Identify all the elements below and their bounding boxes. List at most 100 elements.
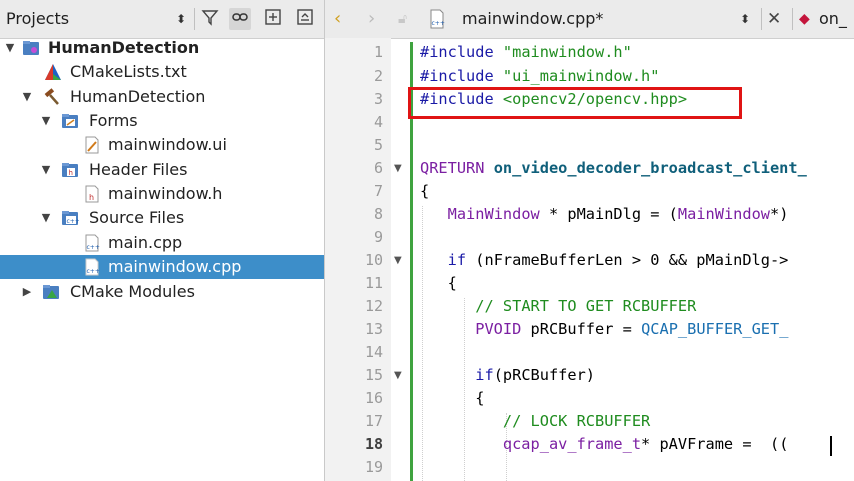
collapse-arrow-icon[interactable]: ▶ <box>20 280 34 304</box>
code-line-12[interactable]: // START TO GET RCBUFFER <box>420 297 696 315</box>
close-file-icon[interactable]: ✕ <box>767 8 781 30</box>
code-text: (( <box>760 435 789 453</box>
navigate-forward-icon[interactable]: › <box>368 8 375 30</box>
svg-text:c++: c++ <box>87 244 100 251</box>
text-cursor <box>830 436 832 456</box>
symbol-selector[interactable]: on_ <box>819 9 847 28</box>
code-text: pRCBuffer = <box>521 320 642 338</box>
navigate-back-icon[interactable]: ‹ <box>334 8 341 30</box>
line-number: 14 <box>364 343 383 361</box>
svg-text:c++: c++ <box>432 20 445 27</box>
open-file-name[interactable]: mainwindow.cpp* <box>462 9 603 28</box>
code-text: *) <box>770 205 789 223</box>
svg-text:c++: c++ <box>67 218 80 225</box>
code-line-8[interactable]: MainWindow * pMainDlg = (MainWindow*) <box>420 205 789 223</box>
tree-item-label: HumanDetection <box>70 87 206 106</box>
forms-folder-icon <box>62 114 78 128</box>
annotation-highlight-box <box>408 87 742 119</box>
cmake-modules-icon <box>43 285 59 299</box>
code-line-2[interactable]: #include "ui_mainwindow.h" <box>420 67 659 85</box>
code-line-18[interactable]: qcap_av_frame_t* pAVFrame = (( <box>420 435 789 453</box>
line-number: 11 <box>364 274 383 292</box>
expand-arrow-icon[interactable]: ▼ <box>39 158 53 182</box>
tree-item-mainwindow-h[interactable]: h mainwindow.h <box>0 182 324 206</box>
tree-item-header-files[interactable]: ▼ h Header Files <box>0 158 324 182</box>
hammer-icon <box>44 88 59 105</box>
tree-item-label: CMakeLists.txt <box>70 62 187 81</box>
line-number: 4 <box>373 113 383 131</box>
fold-marker-icon[interactable]: ▼ <box>394 163 402 174</box>
comment: // LOCK RCBUFFER <box>502 412 651 430</box>
symbol-icon: ◆ <box>799 11 810 27</box>
tree-item-label: Source Files <box>89 208 185 227</box>
tree-item-label: Forms <box>89 111 138 130</box>
svg-text:h: h <box>89 193 94 202</box>
code-text: (pRCBuffer) <box>493 366 595 384</box>
tree-item-main-cpp[interactable]: c++ main.cpp <box>0 231 324 255</box>
svg-text:h: h <box>69 169 73 177</box>
code-line-6[interactable]: QRETURN on_video_decoder_broadcast_clien… <box>420 159 807 177</box>
sort-updown-icon[interactable]: ⬍ <box>170 8 192 30</box>
line-number: 5 <box>373 136 383 154</box>
expand-arrow-icon[interactable]: ▼ <box>39 206 53 230</box>
line-number: 13 <box>364 320 383 338</box>
cpp-file-icon: c++ <box>430 9 445 29</box>
tree-item-mainwindow-ui[interactable]: mainwindow.ui <box>0 133 324 157</box>
code-line-16[interactable]: { <box>420 389 484 407</box>
code-line-10[interactable]: if (nFrameBufferLen > 0 && pMainDlg-> <box>420 251 789 269</box>
fold-marker-icon[interactable]: ▼ <box>394 255 402 266</box>
projects-view-selector[interactable]: Projects <box>6 9 69 28</box>
toolbar-separator <box>792 8 793 30</box>
line-number: 9 <box>373 228 383 246</box>
tree-item-forms[interactable]: ▼ Forms <box>0 109 324 133</box>
expand-arrow-icon[interactable]: ▼ <box>39 109 53 133</box>
lock-icon[interactable]: 🔓︎ <box>398 8 407 30</box>
include-path: "mainwindow.h" <box>502 43 632 61</box>
link-with-editor-icon[interactable] <box>229 8 251 30</box>
line-number: 12 <box>364 297 383 315</box>
expand-arrow-icon[interactable]: ▼ <box>20 85 34 109</box>
source-folder-icon: c++ <box>62 211 80 225</box>
tree-item-mainwindow-cpp[interactable]: c++ mainwindow.cpp <box>0 255 324 279</box>
code-editor[interactable]: ‹ › 🔓︎ c++ mainwindow.cpp* ⬍ ✕ ◆ on_ 1 2… <box>325 0 854 481</box>
code-line-13[interactable]: PVOID pRCBuffer = QCAP_BUFFER_GET_ <box>420 320 788 338</box>
line-number: 3 <box>373 90 383 108</box>
filter-icon[interactable] <box>199 8 221 30</box>
preprocessor-directive: #include <box>420 43 494 61</box>
tree-item-label: mainwindow.cpp <box>108 257 242 276</box>
include-path: "ui_mainwindow.h" <box>502 67 660 85</box>
code-line-17[interactable]: // LOCK RCBUFFER <box>420 412 650 430</box>
type-name: MainWindow <box>447 205 540 223</box>
keyword: if <box>475 366 494 384</box>
tree-item-cmake-modules[interactable]: ▶ CMake Modules <box>0 280 324 304</box>
code-line-15[interactable]: if(pRCBuffer) <box>420 366 595 384</box>
fold-marker-icon[interactable]: ▼ <box>394 370 402 381</box>
cmake-file-icon <box>45 64 61 80</box>
line-number: 15 <box>364 366 383 384</box>
tree-item-cmakelists[interactable]: CMakeLists.txt <box>0 60 324 84</box>
code-text: * pMainDlg = ( <box>539 205 678 223</box>
project-icon <box>23 41 39 55</box>
code-text: { <box>475 389 485 407</box>
ui-file-icon <box>85 136 99 154</box>
split-icon[interactable] <box>262 8 284 30</box>
code-line-1[interactable]: #include "mainwindow.h" <box>420 43 632 61</box>
return-type: QRETURN <box>420 159 485 177</box>
expand-arrow-icon[interactable]: ▼ <box>3 36 17 60</box>
current-line-number: 18 <box>364 435 383 453</box>
keyword: if <box>447 251 467 269</box>
code-line-11[interactable]: { <box>420 274 457 292</box>
projects-toolbar: Projects ⬍ <box>0 0 324 39</box>
close-sidebar-icon[interactable] <box>294 8 316 30</box>
tree-item-project[interactable]: ▼ HumanDetection <box>0 36 324 60</box>
line-number: 7 <box>373 182 383 200</box>
tree-item-source-files[interactable]: ▼ c++ Source Files <box>0 206 324 230</box>
toolbar-separator <box>761 8 762 30</box>
preprocessor-directive: #include <box>420 67 494 85</box>
code-line-7[interactable]: { <box>420 182 429 200</box>
sort-updown-icon[interactable]: ⬍ <box>740 8 750 30</box>
line-number: 1 <box>373 43 383 61</box>
tree-item-label: CMake Modules <box>70 282 195 301</box>
tree-item-target[interactable]: ▼ HumanDetection <box>0 85 324 109</box>
tree-item-label: mainwindow.ui <box>108 135 227 154</box>
